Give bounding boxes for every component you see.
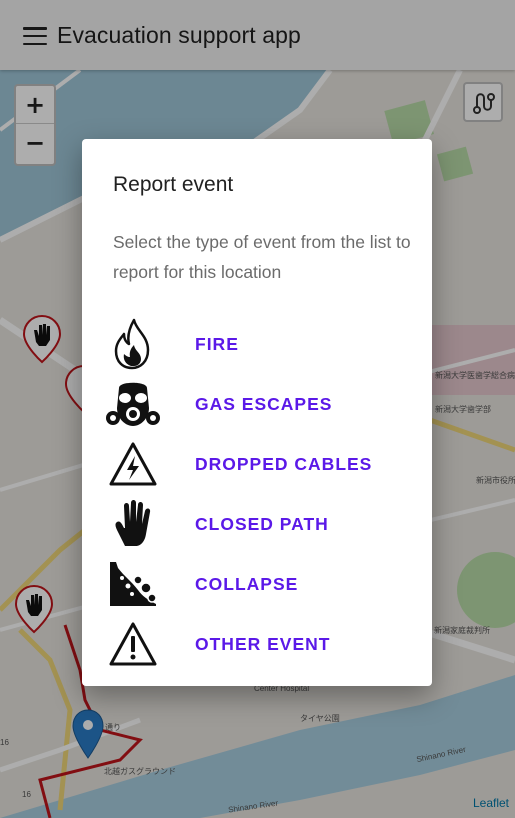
option-collapse-label: COLLAPSE <box>195 573 299 594</box>
gas-mask-icon <box>104 376 162 432</box>
option-other-event[interactable]: OTHER EVENT <box>104 616 422 672</box>
report-event-dialog: Report event Select the type of event fr… <box>82 139 432 686</box>
option-other-event-label: OTHER EVENT <box>195 633 331 654</box>
option-collapse[interactable]: COLLAPSE <box>104 556 422 612</box>
option-gas-escapes[interactable]: GAS ESCAPES <box>104 376 422 432</box>
dialog-description: Select the type of event from the list t… <box>113 232 411 282</box>
hand-stop-icon <box>104 496 162 552</box>
option-gas-escapes-label: GAS ESCAPES <box>195 393 333 414</box>
option-dropped-cables-label: DROPPED CABLES <box>195 453 373 474</box>
option-closed-path-label: CLOSED PATH <box>195 513 329 534</box>
option-closed-path[interactable]: CLOSED PATH <box>104 496 422 552</box>
option-dropped-cables[interactable]: DROPPED CABLES <box>104 436 422 492</box>
fire-icon <box>104 316 162 372</box>
option-fire-label: FIRE <box>195 333 239 354</box>
dialog-title: Report event <box>113 173 234 196</box>
warning-icon <box>104 616 162 672</box>
option-fire[interactable]: FIRE <box>104 316 422 372</box>
landslide-icon <box>104 556 162 612</box>
high-voltage-icon <box>104 436 162 492</box>
